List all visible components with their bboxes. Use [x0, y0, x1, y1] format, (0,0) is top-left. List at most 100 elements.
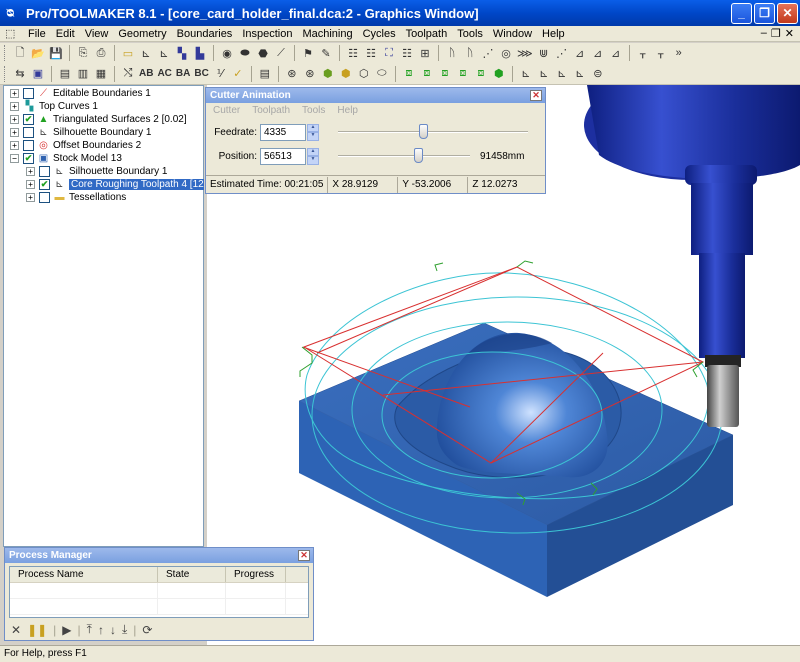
mdi-restore-icon[interactable]: ❐ — [771, 27, 781, 40]
tree-toggle-icon[interactable]: ⇆ — [12, 66, 28, 82]
feedrate-input[interactable] — [260, 123, 306, 141]
column-progress[interactable]: Progress — [226, 567, 286, 582]
menu-inspection[interactable]: Inspection — [237, 28, 297, 40]
save-icon[interactable]: 💾 — [48, 45, 64, 61]
book-icon[interactable]: ▥ — [75, 66, 91, 82]
menu-tools[interactable]: Tools — [302, 105, 325, 116]
feedrate-spinner[interactable]: ▲ ▼ — [307, 123, 319, 141]
close-icon[interactable]: ✕ — [530, 90, 542, 101]
properties-icon[interactable]: ▤ — [257, 66, 273, 82]
stop-icon[interactable]: ✕ — [11, 623, 21, 637]
expand-toggle[interactable]: + — [26, 167, 35, 176]
tree-item-triangulated-surfaces[interactable]: + ✔ ▲ Triangulated Surfaces 2 [0.02] — [10, 113, 187, 126]
tangent-icon[interactable]: ⅟ — [212, 66, 228, 82]
menu-cutter[interactable]: Cutter — [213, 105, 240, 116]
visibility-checkbox[interactable]: ✔ — [39, 179, 50, 190]
position-slider-thumb[interactable] — [413, 148, 423, 163]
pause-icon[interactable]: ❚❚ — [27, 623, 47, 637]
mdi-minimize-icon[interactable]: ‒ — [761, 27, 767, 40]
close-icon[interactable]: ✕ — [298, 550, 310, 561]
ab-button[interactable]: AB — [138, 66, 154, 82]
finishing-icon[interactable]: ᚢ — [462, 45, 478, 61]
layers-tool-icon[interactable]: ☷ — [345, 45, 361, 61]
holder-tool-icon[interactable]: ⊞ — [417, 45, 433, 61]
flat-icon[interactable]: ⊿ — [590, 45, 606, 61]
feedrate-slider-thumb[interactable] — [418, 124, 428, 139]
menu-view[interactable]: View — [80, 28, 114, 40]
check-icon[interactable]: ✓ — [230, 66, 246, 82]
move-bottom-icon[interactable]: ⤓ — [122, 622, 127, 637]
silhouette-tool-icon[interactable]: ⊾ — [138, 45, 154, 61]
grid-tool-icon[interactable]: ☷ — [363, 45, 379, 61]
tree-item-offset-boundaries[interactable]: + ◎ Offset Boundaries 2 — [10, 139, 141, 152]
minimize-button[interactable]: _ — [731, 2, 752, 24]
visibility-checkbox[interactable] — [23, 88, 34, 99]
edit-tool-icon[interactable]: ⟋ — [273, 45, 289, 61]
expand-toggle[interactable]: + — [10, 141, 19, 150]
shade-tool-icon[interactable]: ⬬ — [237, 45, 253, 61]
render-icon[interactable]: ⊜ — [590, 66, 606, 82]
view-iso-icon[interactable]: ⬢ — [491, 66, 507, 82]
ba-button[interactable]: BA — [175, 66, 191, 82]
roughing-icon[interactable]: ᚢ — [444, 45, 460, 61]
visibility-checkbox[interactable] — [39, 166, 50, 177]
toolbar-grip[interactable] — [4, 65, 7, 82]
tree-item-stock-silhouette-boundary[interactable]: + ⊾ Silhouette Boundary 1 — [26, 165, 167, 178]
position-slider-track[interactable] — [338, 155, 470, 157]
ac-button[interactable]: AC — [156, 66, 172, 82]
pen-tool-icon[interactable]: ✎ — [318, 45, 334, 61]
ellipse-icon[interactable]: ⬭ — [374, 66, 390, 82]
refresh-icon[interactable]: ⟳ — [142, 623, 152, 637]
expand-toggle[interactable]: + — [26, 180, 35, 189]
expand-toggle[interactable]: + — [10, 128, 19, 137]
view-left-icon[interactable]: ⧈ — [455, 66, 471, 82]
viewer-icon[interactable]: ▣ — [30, 66, 46, 82]
shade-tool-icon[interactable]: ⬡ — [356, 66, 372, 82]
pencil-icon[interactable]: ⋙ — [516, 45, 534, 61]
wire-tool-icon[interactable]: ⬣ — [255, 45, 271, 61]
menu-boundaries[interactable]: Boundaries — [172, 28, 238, 40]
model-tool-icon[interactable]: ▚ — [174, 45, 190, 61]
view-right-icon[interactable]: ⧈ — [437, 66, 453, 82]
column-process-name[interactable]: Process Name — [10, 567, 158, 582]
tool-icon[interactable]: ᚁ — [653, 45, 669, 61]
stock-tool-icon[interactable]: ▙ — [192, 45, 208, 61]
print-icon[interactable]: ⎙ — [93, 45, 109, 61]
transform-icon[interactable]: ⤭ — [120, 66, 136, 82]
tool-holder-icon[interactable]: ᚁ — [635, 45, 651, 61]
open-folder-icon[interactable]: 📂 — [30, 45, 46, 61]
menu-tools[interactable]: Tools — [452, 28, 488, 40]
visibility-checkbox[interactable]: ✔ — [23, 114, 34, 125]
close-button[interactable]: ✕ — [777, 2, 798, 24]
drill-icon[interactable]: ⊿ — [608, 45, 624, 61]
menu-cycles[interactable]: Cycles — [358, 28, 401, 40]
tree-item-tessellations[interactable]: + ▬ Tessellations — [26, 191, 126, 204]
menu-edit[interactable]: Edit — [51, 28, 80, 40]
menu-machining[interactable]: Machining — [297, 28, 357, 40]
move-down-icon[interactable]: ↓ — [110, 623, 116, 637]
shade-color-icon[interactable]: ⬢ — [320, 66, 336, 82]
tree-item-editable-boundaries[interactable]: + ⟋ Editable Boundaries 1 — [10, 87, 151, 100]
tree-item-silhouette-boundary[interactable]: + ⊾ Silhouette Boundary 1 — [10, 126, 151, 139]
play-icon[interactable]: ▶ — [62, 623, 71, 637]
layer-icon[interactable]: ⊾ — [572, 66, 588, 82]
toolbar-grip[interactable] — [4, 45, 7, 61]
menu-toolpath[interactable]: Toolpath — [401, 28, 453, 40]
feedrate-slider-track[interactable] — [338, 131, 528, 133]
tree-item-stock-model[interactable]: − ✔ ▣ Stock Model 13 — [10, 152, 122, 165]
view-back-icon[interactable]: ⧈ — [473, 66, 489, 82]
menu-toolpath[interactable]: Toolpath — [252, 105, 290, 116]
mdi-close-icon[interactable]: ✕ — [785, 27, 794, 40]
expand-toggle[interactable]: + — [10, 102, 19, 111]
tree-item-top-curves[interactable]: + ▚ Top Curves 1 — [10, 100, 98, 113]
flag-tool-icon[interactable]: ⚑ — [300, 45, 316, 61]
new-file-icon[interactable]: 🗋 — [12, 45, 28, 61]
machine-tool-icon[interactable]: ⛶ — [381, 45, 397, 61]
measure-icon[interactable]: ⊾ — [518, 66, 534, 82]
dialog-title-bar[interactable]: Cutter Animation ✕ — [206, 88, 545, 103]
maximize-button[interactable]: ❐ — [754, 2, 775, 24]
notes-icon[interactable]: ▦ — [93, 66, 109, 82]
clip-icon[interactable]: ⊾ — [554, 66, 570, 82]
visibility-checkbox[interactable] — [23, 140, 34, 151]
document-icon[interactable]: ⬚ — [5, 27, 19, 41]
